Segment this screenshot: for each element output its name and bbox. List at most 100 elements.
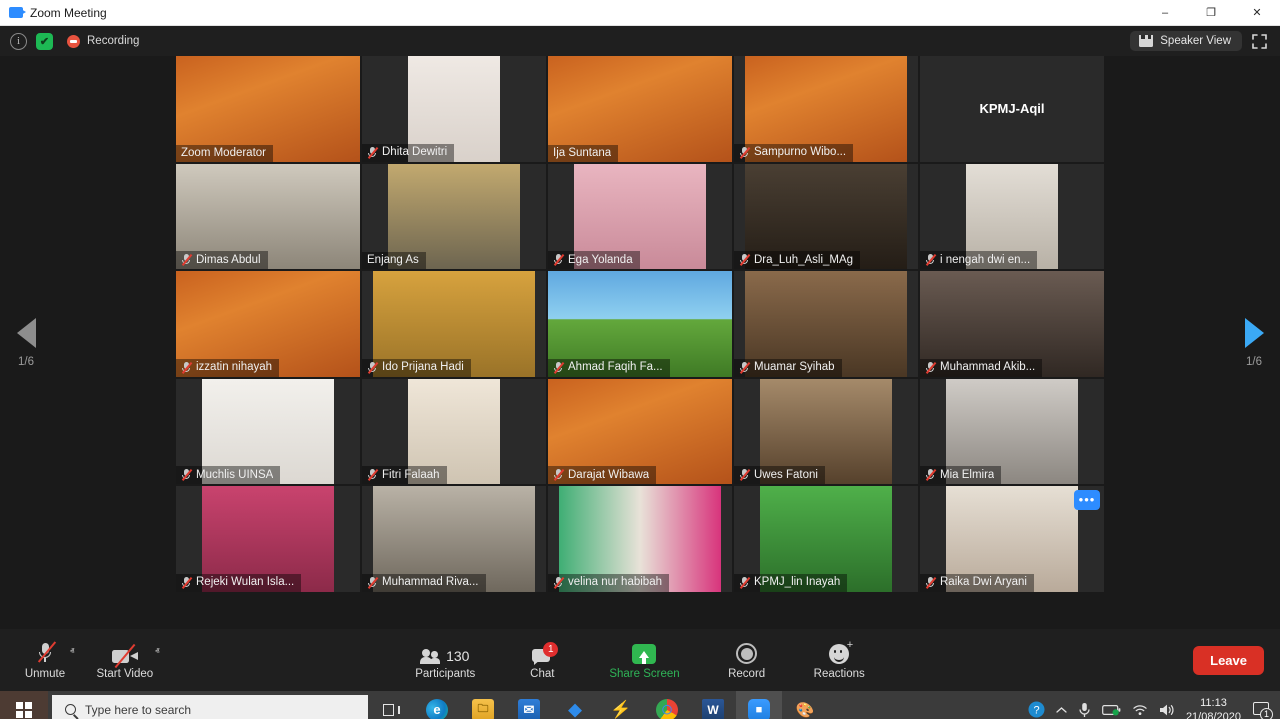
participants-count: 130 [446,648,470,664]
taskbar-app-dropbox[interactable]: ◆ [552,691,598,719]
participant-tile[interactable]: Muhammad Riva... [362,486,546,592]
participant-tile[interactable]: Sampurno Wibo... [734,56,918,162]
participant-tile[interactable]: Ahmad Faqih Fa... [548,271,732,377]
help-icon[interactable]: ? [1028,701,1045,718]
participant-tile[interactable]: i nengah dwi en... [920,163,1104,269]
taskbar-clock[interactable]: 11:13 21/08/2020 [1186,696,1241,719]
taskbar-app-mail[interactable]: ✉ [506,691,552,719]
top-bar-right-group: Speaker View [1130,26,1272,56]
minimize-button[interactable]: – [1142,0,1188,26]
participant-tile[interactable]: Ido Prijana Hadi [362,271,546,377]
participant-name-bar: Sampurno Wibo... [734,143,854,162]
task-view-icon[interactable] [368,691,414,719]
share-screen-button[interactable]: Share Screen [609,640,680,680]
maximize-button[interactable]: ❐ [1188,0,1234,26]
participant-name-bar: Muchlis UINSA [176,466,281,484]
taskbar-app-zoom[interactable]: ■ [736,691,782,719]
taskbar-app-google-chrome[interactable]: ◯ [644,691,690,719]
taskbar-app-lightning-app[interactable]: ⚡ [598,691,644,719]
participant-name-bar: i nengah dwi en... [920,251,1038,269]
microphone-muted-icon [739,146,751,159]
taskbar-app-file-explorer[interactable]: 🗀 [460,691,506,719]
participant-tile[interactable]: Enjang As [362,163,546,269]
toolbar-right-group: Leave [1193,629,1264,691]
fullscreen-icon[interactable] [1246,28,1272,54]
participant-tile[interactable]: Darajat Wibawa [548,378,732,484]
shield-encryption-icon[interactable]: ✔ [36,32,53,50]
participant-tile[interactable]: Ija Suntana [548,56,732,162]
taskbar-app-microsoft-word[interactable]: W [690,691,736,719]
search-placeholder: Type here to search [85,702,192,717]
taskbar-app-microsoft-edge[interactable]: e [414,691,460,719]
taskbar-search-input[interactable]: Type here to search [52,695,368,719]
zoom-icon: ■ [748,698,770,719]
participant-tile[interactable]: velina nur habibah [548,486,732,592]
participant-tile[interactable]: Dimas Abdul [176,163,360,269]
microphone-muted-icon [739,468,751,481]
previous-page-button[interactable]: 1/6 [0,317,52,368]
participant-tile[interactable]: KPMJ_lin Inayah [734,486,918,592]
participant-tile[interactable]: Rejeki Wulan Isla... [176,486,360,592]
participant-tile[interactable]: Muchlis UINSA [176,378,360,484]
participant-name: Muhammad Akib... [940,361,1036,373]
microphone-muted-icon [925,253,937,266]
wifi-icon[interactable] [1132,703,1148,716]
participant-tile[interactable]: Zoom Moderator [176,56,360,162]
next-page-button[interactable]: 1/6 [1228,317,1280,368]
participant-tile[interactable]: Fitri Falaah [362,378,546,484]
participant-tile[interactable]: Muamar Syihab [734,271,918,377]
microphone-muted-icon [925,576,937,589]
record-button[interactable]: Record [724,640,770,680]
participant-name-bar: Dhita Dewitri [362,143,455,162]
reactions-button[interactable]: + Reactions [813,640,865,681]
participant-name: Darajat Wibawa [568,468,650,481]
microphone-muted-icon [553,361,565,374]
participant-tile[interactable]: Mia Elmira [920,378,1104,484]
chevron-left-icon [16,317,36,348]
tile-more-options-button[interactable]: ••• [1074,490,1100,510]
participant-tile[interactable]: Dhita Dewitri [362,56,546,162]
participant-tile[interactable]: Muhammad Akib... [920,271,1104,377]
battery-icon[interactable] [1102,704,1121,716]
meeting-info-icon[interactable]: i [10,32,27,50]
taskbar-app-paint-3d[interactable]: 🎨 [782,691,828,719]
participant-grid: Zoom Moderator Dhita Dewitri Ija Suntana Sa… [176,56,1104,592]
share-screen-label: Share Screen [609,668,680,680]
participant-name: Muhammad Riva... [382,576,479,588]
participant-tile[interactable]: Uwes Fatoni [734,378,918,484]
participant-tile[interactable]: Dra_Luh_Asli_MAg [734,163,918,269]
clock-date: 21/08/2020 [1185,710,1241,719]
tray-chevron-up-icon[interactable] [1056,706,1067,714]
chat-bubble-icon: 1 [532,642,559,665]
close-button[interactable]: ✕ [1234,0,1280,26]
notification-center-icon[interactable]: 1 [1252,700,1273,719]
participant-name: Muchlis UINSA [196,468,274,481]
participant-name: Zoom Moderator [181,146,267,159]
reactions-label: Reactions [813,668,865,680]
participant-tile[interactable]: Raika Dwi Aryani ••• [920,486,1104,592]
participant-name-bar: Darajat Wibawa [548,466,657,484]
windows-start-icon[interactable] [0,691,48,719]
participant-name: izzatin nihayah [196,361,273,373]
leave-meeting-button[interactable]: Leave [1193,645,1264,675]
participants-button[interactable]: 130 Participants [415,640,475,680]
participants-label: Participants [415,668,476,680]
system-tray: ? 11:13 21/08/2020 1 [1028,691,1280,719]
search-icon [65,704,76,715]
participant-tile[interactable]: izzatin nihayah [176,271,360,377]
participant-name: Dra_Luh_Asli_MAg [754,253,854,266]
microphone-muted-icon [925,361,937,374]
microphone-muted-icon [367,361,379,374]
chat-button[interactable]: 1 Chat [519,640,565,680]
participant-tile[interactable]: KPMJ-Aqil [920,56,1104,162]
microphone-muted-icon [925,468,937,481]
participant-name: Ido Prijana Hadi [382,361,464,373]
meeting-controls-toolbar: Unmute ⱏ Start Video ⱏ 130 Participants … [0,629,1280,691]
volume-icon[interactable] [1159,703,1175,717]
speaker-view-button[interactable]: Speaker View [1130,31,1242,51]
recording-indicator[interactable]: Recording [67,34,139,48]
microphone-tray-icon[interactable] [1078,702,1091,718]
participant-name: Enjang As [367,254,419,266]
participant-tile[interactable]: Ega Yolanda [548,163,732,269]
paint-3d-icon: 🎨 [795,701,815,719]
